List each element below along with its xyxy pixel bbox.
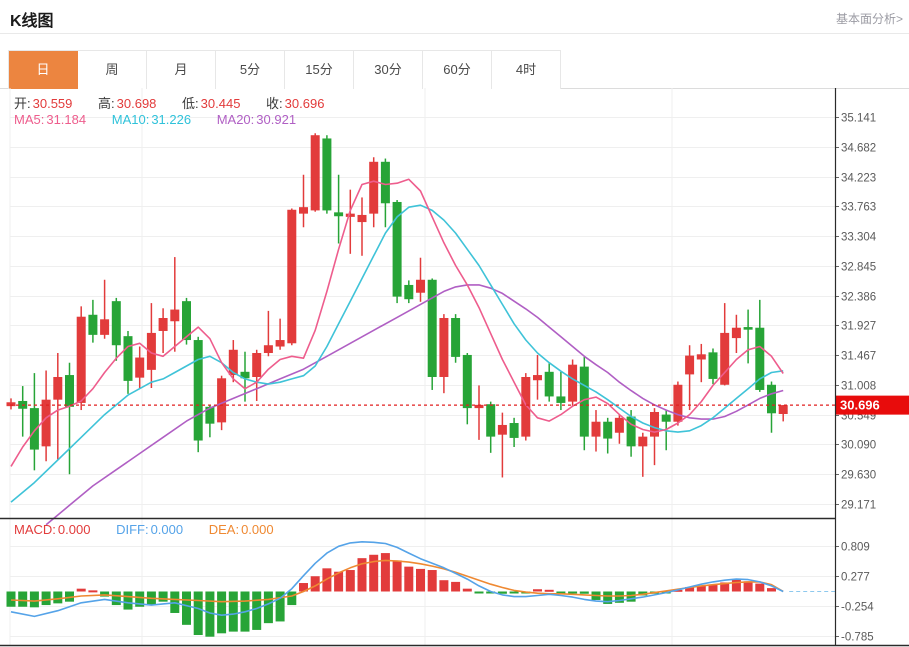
macd-layer bbox=[7, 542, 836, 637]
svg-text:0.277: 0.277 bbox=[841, 572, 870, 584]
svg-text:-0.785: -0.785 bbox=[841, 632, 874, 644]
current-price-badge-text: 30.696 bbox=[840, 398, 880, 413]
svg-text:30.090: 30.090 bbox=[841, 440, 876, 452]
svg-text:34.223: 34.223 bbox=[841, 173, 876, 185]
kline-page: { "header": { "title": "K线图", "link": "基… bbox=[0, 0, 909, 647]
svg-text:-0.254: -0.254 bbox=[841, 602, 874, 614]
candles-layer bbox=[7, 133, 788, 477]
svg-text:33.763: 33.763 bbox=[841, 202, 876, 214]
svg-text:35.141: 35.141 bbox=[841, 113, 876, 125]
kline-chart-canvas[interactable]: 35.141 34.682 34.223 33.763 33.304 32.845 32.3… bbox=[0, 0, 909, 647]
svg-text:0.809: 0.809 bbox=[841, 542, 870, 554]
svg-text:32.845: 32.845 bbox=[841, 262, 876, 274]
svg-text:31.467: 31.467 bbox=[841, 351, 876, 363]
svg-text:31.008: 31.008 bbox=[841, 381, 876, 393]
svg-text:29.630: 29.630 bbox=[841, 470, 876, 482]
svg-text:29.171: 29.171 bbox=[841, 500, 876, 512]
svg-text:33.304: 33.304 bbox=[841, 232, 877, 244]
svg-text:31.927: 31.927 bbox=[841, 321, 876, 333]
svg-text:34.682: 34.682 bbox=[841, 143, 876, 155]
svg-text:32.386: 32.386 bbox=[841, 292, 876, 304]
